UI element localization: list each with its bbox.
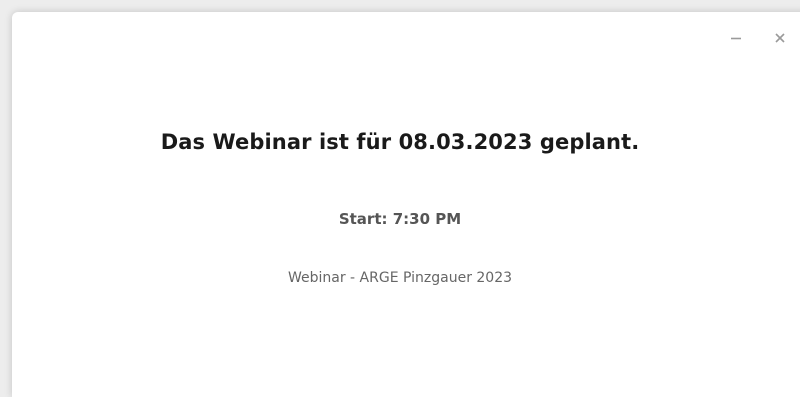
webinar-scheduled-title: Das Webinar ist für 08.03.2023 geplant. <box>160 130 640 154</box>
minimize-button[interactable] <box>726 28 746 48</box>
close-icon <box>775 33 785 43</box>
close-button[interactable] <box>770 28 790 48</box>
title-bar <box>12 12 800 58</box>
webinar-name: Webinar - ARGE Pinzgauer 2023 <box>287 270 513 286</box>
dialog-window: Das Webinar ist für 08.03.2023 geplant. … <box>12 12 800 397</box>
start-time: Start: 7:30 PM <box>338 210 462 228</box>
minimize-icon <box>731 37 741 40</box>
